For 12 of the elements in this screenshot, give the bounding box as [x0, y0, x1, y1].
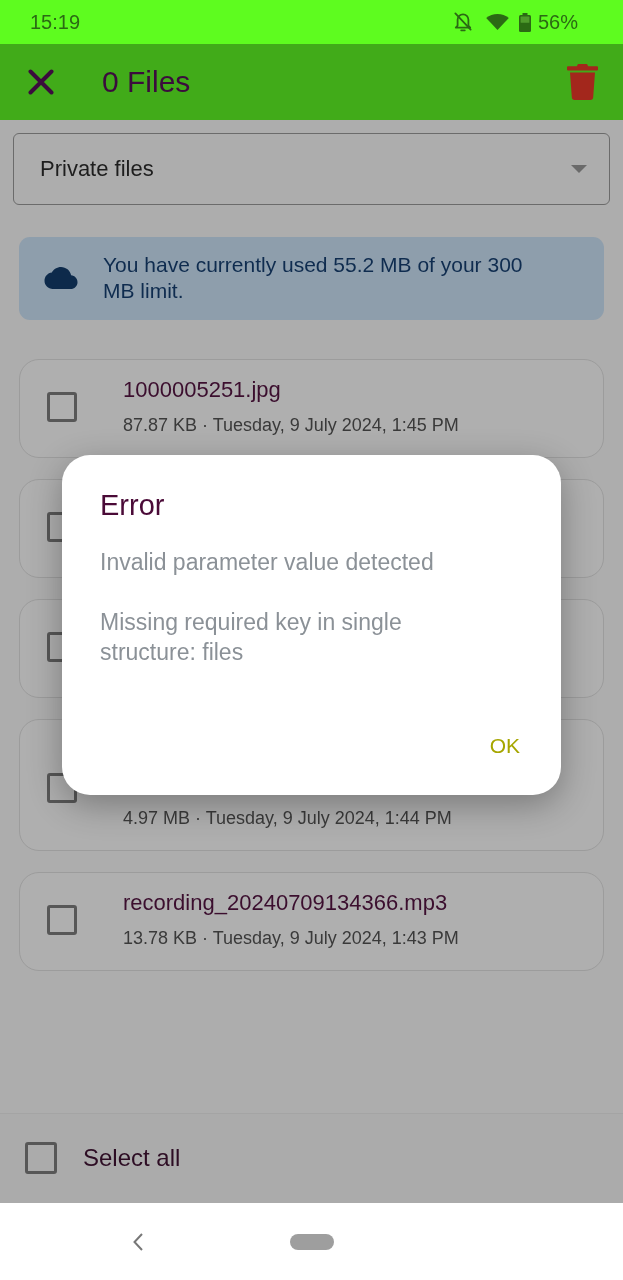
dialog-message: Invalid parameter value detected [100, 548, 435, 577]
file-name: 1000005251.jpg [123, 377, 281, 403]
file-name: recording_20240709134366.mp3 [123, 890, 448, 916]
dialog-message: Missing required key in single structure: files [100, 608, 403, 667]
file-details: 4.97 MB · Tuesday, 9 July 2024, 1:44 PM [123, 807, 452, 830]
storage-notice-text: You have currently used 55.2 MB of your 300 MB limit. [103, 252, 524, 304]
status-time: 15:19 [30, 10, 81, 34]
file-details: 87.87 KB · Tuesday, 9 July 2024, 1:45 PM [123, 414, 459, 437]
dialog-title: Error [100, 488, 165, 523]
app-bar-title: 0 Files [102, 65, 191, 99]
battery-percentage: 56% [537, 10, 578, 34]
file-details: 13.78 KB · Tuesday, 9 July 2024, 1:43 PM [123, 927, 459, 950]
